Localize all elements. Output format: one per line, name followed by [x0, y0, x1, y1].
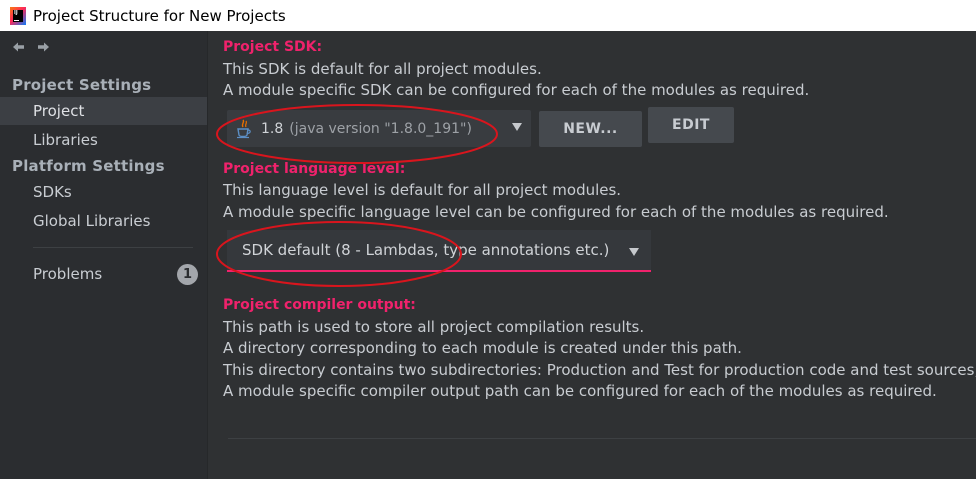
sdk-description-line-2: A module specific SDK can be configured …: [223, 81, 810, 99]
sdk-description-line-1: This SDK is default for all project modu…: [223, 60, 542, 78]
window-titlebar: IJ Project Structure for New Projects: [0, 0, 976, 31]
sidebar-item-project[interactable]: Project: [0, 97, 207, 125]
sidebar-item-label: Libraries: [33, 131, 98, 149]
sidebar-item-label: Project: [33, 102, 85, 120]
sdk-version-detail: (java version "1.8.0_191"): [289, 120, 472, 137]
problems-count-badge: 1: [177, 264, 198, 285]
window-title: Project Structure for New Projects: [33, 6, 286, 25]
language-description-line-2: A module specific language level can be …: [223, 203, 889, 221]
project-sdk-dropdown[interactable]: 1.8 (java version "1.8.0_191"): [227, 110, 531, 147]
history-nav: [12, 41, 50, 53]
sdk-version: 1.8: [261, 120, 284, 137]
forward-arrow-icon[interactable]: [37, 41, 50, 53]
section-platform-settings: Platform Settings: [12, 157, 165, 175]
compiler-description-line-4: A module specific compiler output path c…: [223, 382, 937, 400]
compiler-description-line-2: A directory corresponding to each module…: [223, 339, 742, 357]
sidebar-item-label: Problems: [33, 265, 103, 283]
project-settings-panel: Project SDK: This SDK is default for all…: [208, 31, 976, 479]
back-arrow-icon[interactable]: [12, 41, 25, 53]
edit-sdk-button[interactable]: EDIT: [648, 107, 734, 143]
compiler-output-heading: Project compiler output:: [223, 297, 416, 313]
sidebar-divider: [33, 247, 193, 248]
content-divider: [228, 438, 976, 439]
sidebar: Project Settings Project Libraries Platf…: [0, 31, 208, 479]
language-description-line-1: This language level is default for all p…: [223, 181, 622, 199]
section-project-settings: Project Settings: [12, 76, 152, 94]
dropdown-caret-icon: [629, 248, 639, 256]
sidebar-item-problems[interactable]: Problems 1: [0, 260, 207, 288]
sidebar-item-global-libraries[interactable]: Global Libraries: [0, 207, 207, 235]
sidebar-item-label: SDKs: [33, 183, 72, 201]
compiler-description-line-1: This path is used to store all project c…: [223, 318, 645, 336]
sidebar-item-sdks[interactable]: SDKs: [0, 178, 207, 206]
language-level-heading: Project language level:: [223, 161, 406, 177]
language-level-dropdown[interactable]: SDK default (8 - Lambdas, type annotatio…: [227, 230, 651, 272]
project-sdk-heading: Project SDK:: [223, 39, 323, 55]
app-logo-icon: IJ: [10, 6, 26, 25]
compiler-description-line-3: This directory contains two subdirectori…: [223, 361, 976, 379]
sidebar-item-label: Global Libraries: [33, 212, 151, 230]
sidebar-item-libraries[interactable]: Libraries: [0, 126, 207, 154]
dropdown-caret-icon: [512, 123, 522, 131]
language-level-value: SDK default (8 - Lambdas, type annotatio…: [242, 241, 610, 259]
java-cup-icon: [237, 119, 251, 138]
new-sdk-button[interactable]: NEW...: [539, 111, 642, 147]
